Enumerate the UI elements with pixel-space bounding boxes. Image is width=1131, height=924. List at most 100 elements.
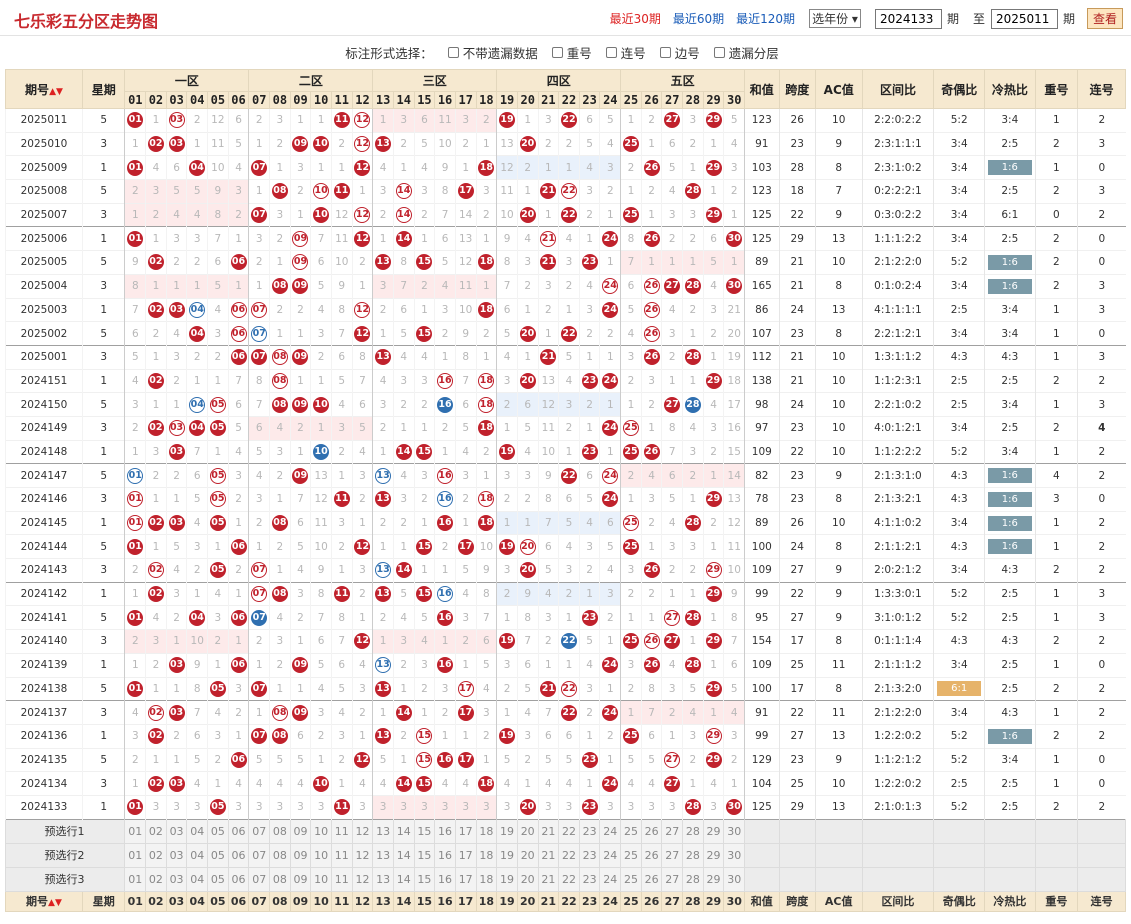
preselect-number[interactable]: 14 [392,842,415,868]
preselect-number[interactable]: 09 [289,866,312,892]
checkbox[interactable] [659,46,671,58]
preselect-number[interactable]: 04 [186,866,209,892]
preselect-number[interactable]: 02 [145,842,167,868]
preselect-number[interactable]: 11 [330,866,353,892]
preselect-row[interactable]: 预选行2 01 02 03 04 05 06 07 08 09 10 11 12 13 14 15 16 17 18… [4,842,1126,868]
preselect-number[interactable]: 04 [186,842,209,868]
preselect-number[interactable]: 01 [124,842,147,868]
preselect-number[interactable]: 16 [434,818,456,844]
preselect-number[interactable]: 07 [248,818,271,844]
option-consecutive[interactable]: 连号 [605,43,646,62]
preselect-number[interactable]: 07 [248,842,271,868]
issue-footer[interactable]: 期号▲▼ [5,890,83,912]
preselect-number[interactable]: 25 [620,866,642,892]
recent-60-link[interactable]: 最近60期 [673,10,724,27]
preselect-number[interactable]: 16 [434,866,456,892]
preselect-number[interactable]: 06 [227,842,250,868]
preselect-number[interactable]: 15 [413,818,436,844]
preselect-number[interactable]: 19 [496,866,518,892]
preselect-number[interactable]: 22 [558,842,580,868]
preselect-number[interactable]: 09 [289,818,312,844]
preselect-number[interactable]: 28 [682,818,704,844]
preselect-number[interactable]: 18 [475,842,498,868]
preselect-number[interactable]: 12 [351,842,374,868]
preselect-number[interactable]: 06 [227,818,250,844]
preselect-number[interactable]: 05 [207,866,229,892]
preselect-number[interactable]: 20 [516,818,539,844]
to-issue-input[interactable] [990,8,1058,29]
preselect-number[interactable]: 10 [310,842,332,868]
preselect-number[interactable]: 29 [702,818,725,844]
preselect-number[interactable]: 05 [207,818,229,844]
preselect-number[interactable]: 17 [454,842,477,868]
preselect-number[interactable]: 08 [269,842,291,868]
preselect-number[interactable]: 06 [227,866,250,892]
preselect-number[interactable]: 22 [558,818,580,844]
preselect-number[interactable]: 27 [661,866,684,892]
checkbox[interactable] [713,46,725,58]
checkbox[interactable] [551,46,563,58]
view-button[interactable]: 查看 [1086,8,1123,29]
preselect-number[interactable]: 17 [454,818,477,844]
preselect-number[interactable]: 07 [248,866,271,892]
preselect-number[interactable]: 26 [640,842,663,868]
preselect-number[interactable]: 30 [723,866,746,892]
preselect-number[interactable]: 26 [640,818,663,844]
preselect-number[interactable]: 21 [537,818,560,844]
preselect-number[interactable]: 18 [475,818,498,844]
preselect-number[interactable]: 28 [682,842,704,868]
preselect-number[interactable]: 25 [620,818,642,844]
preselect-number[interactable]: 19 [496,842,518,868]
preselect-number[interactable]: 13 [372,866,394,892]
preselect-number[interactable]: 30 [723,818,746,844]
preselect-number[interactable]: 15 [413,866,436,892]
from-issue-input[interactable] [874,8,942,29]
preselect-number[interactable]: 08 [269,866,291,892]
preselect-number[interactable]: 23 [578,818,601,844]
preselect-number[interactable]: 17 [454,866,477,892]
preselect-number[interactable]: 10 [310,818,332,844]
preselect-number[interactable]: 03 [165,818,188,844]
checkbox[interactable] [605,46,617,58]
option-repeat[interactable]: 重号 [551,43,592,62]
recent-120-link[interactable]: 最近120期 [736,10,795,27]
preselect-row[interactable]: 预选行1 01 02 03 04 05 06 07 08 09 10 11 12 13 14 15 16 17 18… [4,818,1126,844]
preselect-number[interactable]: 03 [165,842,188,868]
preselect-number[interactable]: 11 [330,842,353,868]
preselect-row[interactable]: 预选行3 01 02 03 04 05 06 07 08 09 10 11 12 13 14 15 16 17 18… [4,866,1126,892]
preselect-number[interactable]: 05 [207,842,229,868]
preselect-number[interactable]: 25 [620,842,642,868]
preselect-number[interactable]: 10 [310,866,332,892]
year-select[interactable]: 选年份 ▾ [809,9,861,28]
preselect-number[interactable]: 15 [413,842,436,868]
option-edge[interactable]: 边号 [659,43,700,62]
preselect-number[interactable]: 28 [682,866,704,892]
preselect-number[interactable]: 27 [661,842,684,868]
checkbox[interactable] [447,46,459,58]
preselect-number[interactable]: 19 [496,818,518,844]
preselect-number[interactable]: 20 [516,842,539,868]
preselect-number[interactable]: 01 [124,866,147,892]
preselect-number[interactable]: 20 [516,866,539,892]
preselect-number[interactable]: 03 [165,866,188,892]
preselect-number[interactable]: 13 [372,842,394,868]
preselect-number[interactable]: 18 [475,866,498,892]
preselect-number[interactable]: 24 [599,866,622,892]
preselect-number[interactable]: 01 [124,818,147,844]
preselect-number[interactable]: 16 [434,842,456,868]
preselect-number[interactable]: 27 [661,818,684,844]
option-no-miss[interactable]: 不带遗漏数据 [447,43,538,62]
preselect-number[interactable]: 21 [537,866,560,892]
preselect-number[interactable]: 29 [702,842,725,868]
preselect-number[interactable]: 04 [186,818,209,844]
preselect-number[interactable]: 12 [351,866,374,892]
preselect-number[interactable]: 24 [599,842,622,868]
preselect-number[interactable]: 23 [578,842,601,868]
preselect-number[interactable]: 09 [289,842,312,868]
preselect-number[interactable]: 26 [640,866,663,892]
preselect-number[interactable]: 21 [537,842,560,868]
preselect-number[interactable]: 02 [145,866,167,892]
preselect-number[interactable]: 08 [269,818,291,844]
issue-header[interactable]: 期号▲▼ [5,69,83,109]
preselect-number[interactable]: 14 [392,866,415,892]
